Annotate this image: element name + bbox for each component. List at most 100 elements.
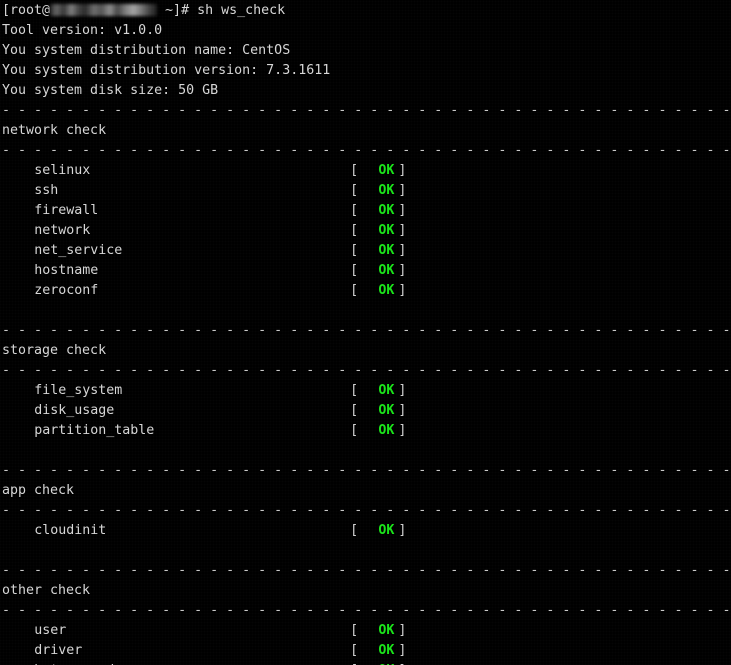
bracket-close: ] (398, 403, 407, 418)
check-item-status: [OK] (350, 661, 406, 665)
check-item-row: ssh [ OK] (2, 181, 731, 201)
bracket-close: ] (398, 203, 407, 218)
check-item-row: disk_usage [ OK] (2, 401, 731, 421)
redacted-hostname (50, 4, 158, 16)
bracket-open: [ (350, 623, 359, 638)
status-ok: OK (378, 243, 395, 258)
check-item-status: [ OK] (350, 641, 406, 661)
check-item-status: [ OK] (350, 161, 406, 181)
bracket-open: [ (350, 243, 359, 258)
status-ok: OK (378, 423, 395, 438)
status-ok: OK (378, 523, 395, 538)
bracket-close: ] (398, 623, 407, 638)
bracket-close: ] (398, 263, 407, 278)
check-item-row: driver [ OK] (2, 641, 731, 661)
check-item-label: hot_upgrade (34, 661, 122, 665)
check-item-row: file_system [ OK] (2, 381, 731, 401)
separator: - - - - - - - - - - - - - - - - - - - - … (2, 363, 731, 378)
separator: - - - - - - - - - - - - - - - - - - - - … (2, 323, 731, 338)
bracket-close: ] (398, 183, 407, 198)
bracket-open: [ (350, 643, 359, 658)
separator: - - - - - - - - - - - - - - - - - - - - … (2, 503, 731, 518)
section-title-storage-check: storage check (2, 343, 107, 358)
status-ok: OK (378, 403, 395, 418)
check-item-status: [ OK] (350, 241, 406, 261)
prompt-path-suffix: ~]# (157, 3, 190, 18)
check-item-label: selinux (34, 163, 91, 178)
check-item-status: [ OK] (350, 261, 406, 281)
bracket-close: ] (398, 643, 407, 658)
status-ok: OK (378, 183, 395, 198)
bracket-close: ] (398, 383, 407, 398)
bracket-open: [ (350, 203, 359, 218)
check-item-status: [ OK] (350, 281, 406, 301)
bracket-open: [ (350, 223, 359, 238)
bracket-open: [ (350, 383, 359, 398)
check-item-status: [ OK] (350, 181, 406, 201)
status-ok: OK (378, 283, 395, 298)
check-item-label: cloudinit (34, 523, 107, 538)
bracket-close: ] (398, 283, 407, 298)
check-item-label: driver (34, 643, 83, 658)
bracket-close: ] (398, 163, 407, 178)
bracket-close: ] (398, 243, 407, 258)
check-item-row: hot_upgrade [OK] (2, 661, 731, 665)
bracket-open: [ (350, 283, 359, 298)
bracket-open: [ (350, 263, 359, 278)
prompt-user-host-prefix: [root@ (2, 3, 51, 18)
check-item-status: [ OK] (350, 381, 406, 401)
status-ok: OK (378, 623, 395, 638)
check-item-row: network [OK] (2, 221, 731, 241)
bracket-close: ] (398, 423, 407, 438)
status-ok: OK (378, 163, 395, 178)
check-item-label: user (34, 623, 67, 638)
terminal-screen[interactable]: [root@ ~]# sh ws_check Tool version: v1.… (0, 0, 731, 665)
separator: - - - - - - - - - - - - - - - - - - - - … (2, 463, 731, 478)
check-item-label: partition_table (34, 423, 155, 438)
bracket-open: [ (350, 183, 359, 198)
check-item-row: net_service [ OK] (2, 241, 731, 261)
status-ok: OK (378, 643, 395, 658)
check-item-status: [ OK] (350, 401, 406, 421)
check-item-status: [OK] (350, 221, 406, 241)
bracket-open: [ (350, 661, 374, 665)
separator: - - - - - - - - - - - - - - - - - - - - … (2, 143, 731, 158)
tool-version-line: Tool version: v1.0.0 (2, 23, 163, 38)
status-ok: OK (378, 203, 395, 218)
distribution-name-line: You system distribution name: CentOS (2, 43, 291, 58)
check-item-label: ssh (34, 183, 59, 198)
separator: - - - - - - - - - - - - - - - - - - - - … (2, 103, 731, 118)
check-item-row: selinux [ OK] (2, 161, 731, 181)
check-item-label: disk_usage (34, 403, 115, 418)
bracket-open: [ (350, 163, 359, 178)
section-title-network-check: network check (2, 123, 107, 138)
check-item-status: [OK] (350, 521, 406, 541)
bracket-open: [ (350, 423, 359, 438)
check-item-label: firewall (34, 203, 99, 218)
disk-size-line: You system disk size: 50 GB (2, 83, 219, 98)
section-title-other-check: other check (2, 583, 91, 598)
check-item-label: hostname (34, 263, 99, 278)
check-item-label: zeroconf (34, 283, 99, 298)
distribution-version-line: You system distribution version: 7.3.161… (2, 63, 331, 78)
command-text: sh ws_check (197, 3, 286, 18)
check-item-row: partition_table [ OK] (2, 421, 731, 441)
separator: - - - - - - - - - - - - - - - - - - - - … (2, 563, 731, 578)
section-title-app-check: app check (2, 483, 75, 498)
check-item-label: file_system (34, 383, 123, 398)
terminal-window[interactable]: [root@ ~]# sh ws_check Tool version: v1.… (0, 0, 731, 665)
status-ok: OK (378, 383, 395, 398)
check-item-row: user [ OK] (2, 621, 731, 641)
status-ok: OK (378, 223, 395, 238)
check-item-status: [ OK] (350, 201, 406, 221)
status-ok: OK (378, 263, 395, 278)
check-item-status: [ OK] (350, 421, 406, 441)
check-item-label: net_service (34, 243, 123, 258)
check-item-row: zeroconf [ OK] (2, 281, 731, 301)
prompt-line: [root@ ~]# sh ws_check (2, 1, 731, 21)
check-item-label: network (34, 223, 91, 238)
bracket-open: [ (350, 403, 359, 418)
status-ok: OK (374, 661, 398, 665)
